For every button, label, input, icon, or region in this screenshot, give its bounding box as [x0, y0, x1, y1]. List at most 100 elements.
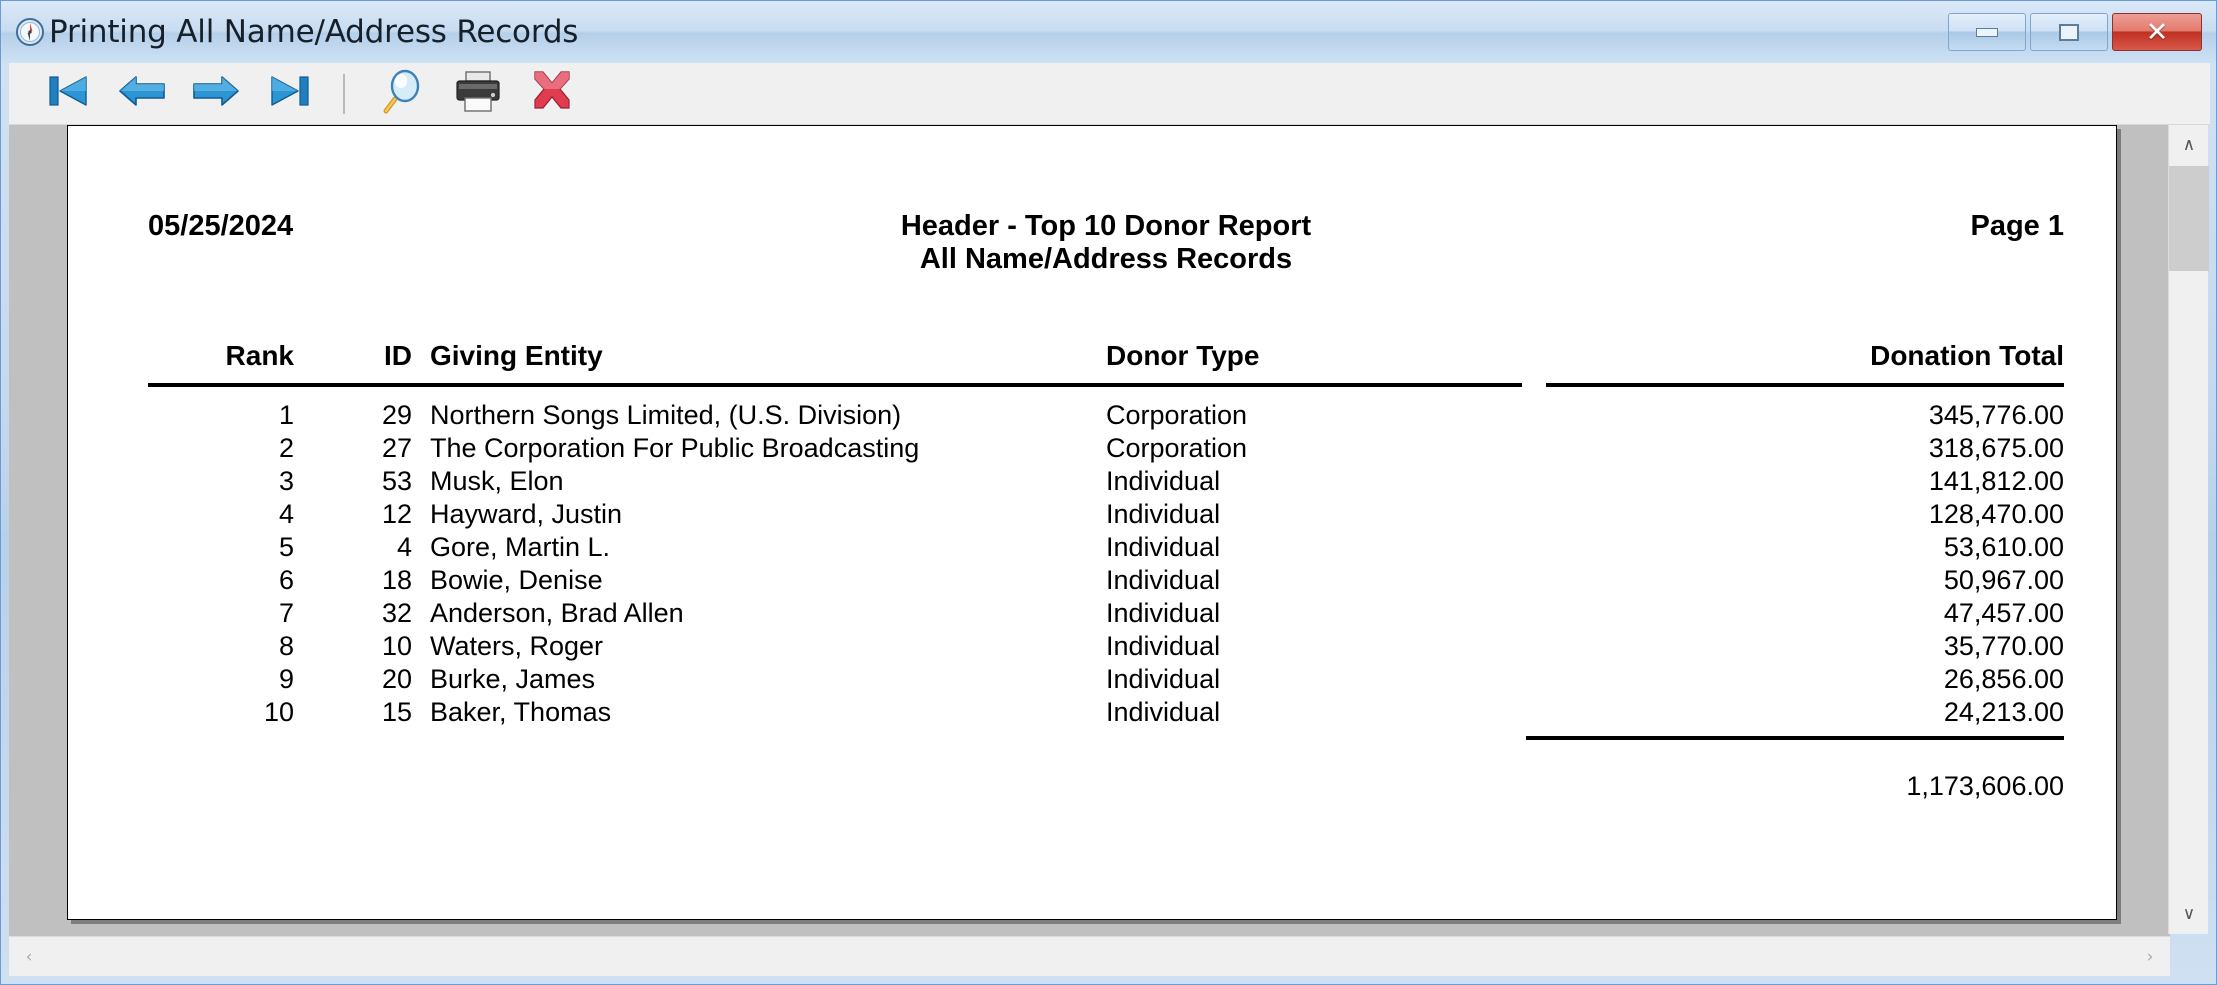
maximize-icon: [2059, 23, 2079, 41]
cell-rank: 2: [278, 433, 294, 464]
cell-type: Individual: [1106, 466, 1221, 497]
table-row: 8 10 Waters, Roger Individual 35,770.00: [148, 630, 2064, 663]
cell-spacer: [1522, 696, 1546, 729]
column-header-entity: Giving Entity: [430, 340, 603, 372]
cell-total: 128,470.00: [1928, 499, 2064, 530]
rule-spacer: [1522, 380, 1546, 399]
cell-id: 32: [381, 598, 412, 629]
first-page-button[interactable]: [31, 66, 105, 122]
last-page-button[interactable]: [253, 66, 327, 122]
cell-entity: Gore, Martin L.: [430, 532, 611, 563]
cell-entity: Musk, Elon: [430, 466, 564, 497]
scroll-right-icon[interactable]: ›: [2130, 937, 2170, 977]
cell-rank: 8: [278, 631, 294, 662]
cell-type: Corporation: [1106, 433, 1248, 464]
vertical-scroll-thumb[interactable]: [2169, 166, 2209, 271]
cell-type: Individual: [1106, 631, 1221, 662]
cell-type: Individual: [1106, 664, 1221, 695]
report-page: 05/25/2024 Header - Top 10 Donor Report …: [67, 125, 2117, 920]
cell-spacer: [1522, 630, 1546, 663]
cell-id: 18: [381, 565, 412, 596]
rule-entity: [412, 380, 1102, 399]
last-page-icon: [266, 69, 314, 118]
next-page-button[interactable]: [179, 66, 253, 122]
toolbar-separator: [343, 73, 345, 114]
previous-page-button[interactable]: [105, 66, 179, 122]
table-header-row: Rank ID Giving Entity Donor Type Donatio…: [148, 340, 2064, 380]
maximize-button[interactable]: [2030, 13, 2108, 51]
cell-entity: Hayward, Justin: [430, 499, 623, 530]
cell-id: 29: [381, 400, 412, 431]
column-header-total: Donation Total: [1870, 340, 2064, 372]
cell-rank: 1: [278, 400, 294, 431]
minimize-button[interactable]: [1948, 13, 2026, 51]
table-row: 3 53 Musk, Elon Individual 141,812.00: [148, 465, 2064, 498]
window-close-button[interactable]: ✕: [2112, 13, 2202, 51]
cell-id: 15: [381, 697, 412, 728]
column-header-type: Donor Type: [1106, 340, 1260, 372]
cell-spacer: [1522, 564, 1546, 597]
cell-rank: 6: [278, 565, 294, 596]
window-title: Printing All Name/Address Records: [49, 13, 579, 50]
zoom-button[interactable]: [367, 66, 441, 122]
cell-rank: 3: [278, 466, 294, 497]
cell-rank: 9: [278, 664, 294, 695]
cell-entity: Waters, Roger: [430, 631, 604, 662]
grand-total-rule-row: [148, 729, 2064, 741]
toolbar: [9, 63, 2210, 125]
table-body: 1 29 Northern Songs Limited, (U.S. Divisio…: [148, 399, 2064, 729]
magnifier-icon: [379, 67, 429, 120]
vertical-scrollbar[interactable]: ∧ ∨: [2168, 125, 2209, 934]
arrow-left-icon: [116, 69, 168, 118]
cell-total: 50,967.00: [1943, 565, 2064, 596]
report-content: 05/25/2024 Header - Top 10 Donor Report …: [148, 210, 2064, 803]
rule-total: [1546, 380, 2064, 399]
scroll-up-icon[interactable]: ∧: [2169, 125, 2209, 165]
horizontal-scrollbar[interactable]: ‹ ›: [9, 936, 2170, 976]
table-row: 6 18 Bowie, Denise Individual 50,967.00: [148, 564, 2064, 597]
table-head: Rank ID Giving Entity Donor Type Donatio…: [148, 340, 2064, 399]
document-preview-area[interactable]: 05/25/2024 Header - Top 10 Donor Report …: [9, 125, 2170, 934]
cell-id: 10: [381, 631, 412, 662]
cell-spacer: [1522, 498, 1546, 531]
cell-total: 141,812.00: [1928, 466, 2064, 497]
cell-spacer: [1522, 663, 1546, 696]
scroll-down-icon[interactable]: ∨: [2169, 894, 2209, 934]
cell-type: Individual: [1106, 532, 1221, 563]
grand-total-rule-cell: [1526, 729, 2064, 741]
cell-id: 20: [381, 664, 412, 695]
cell-total: 318,675.00: [1928, 433, 2064, 464]
rule-type: [1102, 380, 1522, 399]
cell-rank: 5: [278, 532, 294, 563]
cell-rank: 10: [263, 697, 294, 728]
window-controls: ✕: [1948, 13, 2202, 51]
close-icon: ✕: [2145, 16, 2169, 48]
cell-entity: Bowie, Denise: [430, 565, 603, 596]
table-row: 4 12 Hayward, Justin Individual 128,470.00: [148, 498, 2064, 531]
cell-id: 27: [381, 433, 412, 464]
cell-id: 53: [381, 466, 412, 497]
cell-total: 35,770.00: [1943, 631, 2064, 662]
cell-spacer: [1522, 432, 1546, 465]
cell-rank: 7: [278, 598, 294, 629]
table-row: 7 32 Anderson, Brad Allen Individual 47,457.…: [148, 597, 2064, 630]
cell-rank: 4: [278, 499, 294, 530]
print-button[interactable]: [441, 66, 515, 122]
table-row: 2 27 The Corporation For Public Broadcasti…: [148, 432, 2064, 465]
cell-spacer: [1522, 465, 1546, 498]
grand-total-table: 1,173,606.00: [148, 729, 2064, 803]
red-x-icon: [527, 68, 577, 119]
column-header-rank: Rank: [225, 340, 294, 372]
cell-id: 12: [381, 499, 412, 530]
cell-entity: Northern Songs Limited, (U.S. Division): [430, 400, 902, 431]
cell-type: Individual: [1106, 565, 1221, 596]
cell-total: 53,610.00: [1943, 532, 2064, 563]
scroll-left-icon[interactable]: ‹: [9, 937, 49, 977]
report-page-number: Page 1: [1970, 210, 2065, 242]
close-button[interactable]: [515, 66, 589, 122]
cell-type: Individual: [1106, 598, 1221, 629]
grand-total-row: 1,173,606.00: [148, 741, 2064, 803]
printer-icon: [452, 68, 504, 119]
grand-total-value: 1,173,606.00: [1906, 771, 2064, 802]
table-row: 10 15 Baker, Thomas Individual 24,213.00: [148, 696, 2064, 729]
